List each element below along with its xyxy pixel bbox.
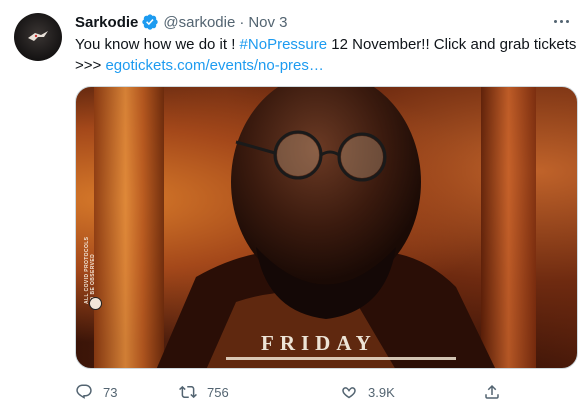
tweet-text-part1: You know how we do it ! <box>75 36 240 53</box>
covid-badge-icon <box>89 297 102 310</box>
tweet-actions: 73 756 3.9K <box>70 381 510 405</box>
verified-badge-icon <box>142 14 159 30</box>
tweet-date[interactable]: Nov 3 <box>248 14 287 31</box>
more-options-icon[interactable] <box>550 12 572 30</box>
retweet-icon <box>179 385 197 399</box>
tweet-text: You know how we do it ! #NoPressure 12 N… <box>75 34 580 76</box>
poster-date-strip <box>226 357 456 368</box>
share-icon <box>485 384 499 399</box>
reply-count: 73 <box>103 384 118 400</box>
header-separator: · <box>239 13 245 31</box>
author-avatar[interactable] <box>14 13 62 61</box>
covid-protocol-notice: ALL COVID PROTOCOLS TO BE OBSERVED <box>84 236 96 304</box>
tweet[interactable]: Sarkodie @sarkodie · Nov 3 You know how … <box>0 0 588 412</box>
poster-heading: FRIDAY <box>261 331 377 355</box>
ticket-link[interactable]: egotickets.com/events/no-pres… <box>105 57 323 74</box>
author-handle[interactable]: @sarkodie <box>163 14 235 31</box>
poster-portrait <box>156 87 496 368</box>
avatar-logo-icon <box>28 31 48 41</box>
like-icon <box>342 387 356 399</box>
hashtag-link[interactable]: #NoPressure <box>240 36 328 53</box>
reply-button[interactable]: 73 <box>75 383 117 401</box>
like-count: 3.9K <box>368 384 395 400</box>
like-button[interactable]: 3.9K <box>340 383 395 401</box>
retweet-button[interactable]: 756 <box>179 383 229 401</box>
tweet-header: Sarkodie @sarkodie · Nov 3 <box>75 12 288 32</box>
reply-icon <box>76 384 92 399</box>
author-name[interactable]: Sarkodie <box>75 14 138 31</box>
retweet-count: 756 <box>207 384 229 400</box>
share-button[interactable] <box>483 383 501 401</box>
tweet-media-image[interactable]: ALL COVID PROTOCOLS TO BE OBSERVED FRIDA… <box>75 86 578 369</box>
